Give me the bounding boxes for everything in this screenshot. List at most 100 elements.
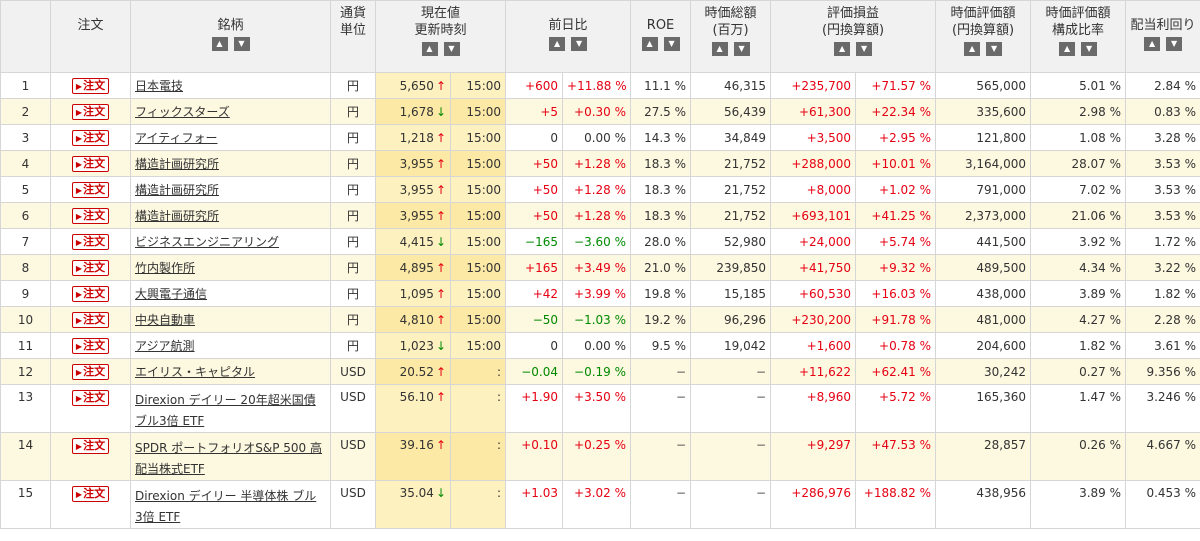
roe-value: −	[630, 358, 692, 385]
play-icon: ▶	[75, 159, 83, 169]
sort-desc-icon[interactable]: ▼	[571, 37, 588, 51]
order-cell: ▶注文	[50, 98, 131, 125]
row-number: 4	[0, 150, 51, 177]
current-price: 3,955	[399, 208, 434, 223]
order-cell: ▶注文	[50, 384, 131, 433]
table-row: 14 ▶注文 SPDR ポートフォリオS&P 500 高配当株式ETF USD …	[0, 432, 1200, 481]
sort-desc-icon[interactable]: ▼	[733, 42, 750, 56]
header-row: 注文 銘柄 ▲ ▼ 通貨 単位 現在値 更新時刻 ▲ ▼ 前日比 ▲ ▼ ROE ▲ ▼ 時…	[0, 0, 1200, 73]
sort-desc-icon[interactable]: ▼	[663, 37, 680, 51]
price-direction-icon: ↑	[435, 438, 446, 452]
price-direction-icon: ↓	[435, 338, 446, 353]
stock-name-link[interactable]: アイティフォー	[135, 131, 217, 145]
order-button[interactable]: ▶注文	[71, 285, 110, 302]
sort-asc-icon[interactable]: ▲	[834, 42, 851, 56]
stock-name-link[interactable]: 中央自動車	[135, 313, 195, 327]
sort-asc-icon[interactable]: ▲	[964, 42, 981, 56]
order-button[interactable]: ▶注文	[71, 438, 110, 454]
stock-name-link[interactable]: Direxion デイリー 20年超米国債 ブル3倍 ETF	[135, 390, 326, 432]
order-button-label: 注文	[83, 234, 106, 248]
profit-loss-value: +41,750	[770, 254, 857, 281]
header-name: 銘柄 ▲ ▼	[130, 0, 331, 73]
table-row: 10 ▶注文 中央自動車 円 4,810 ↑ 15:00 −50 −1.03 % …	[0, 306, 1200, 333]
stock-name-link[interactable]: 日本電技	[135, 79, 183, 93]
stock-name-link[interactable]: エイリス・キャピタル	[135, 365, 255, 379]
order-cell: ▶注文	[50, 306, 131, 333]
play-icon: ▶	[75, 442, 83, 451]
sort-asc-icon[interactable]: ▲	[549, 37, 566, 51]
stock-name-link[interactable]: アジア航測	[135, 339, 195, 353]
current-price: 20.52	[399, 364, 434, 379]
current-price: 39.16	[399, 438, 434, 452]
current-price: 1,218	[399, 130, 434, 145]
order-button[interactable]: ▶注文	[71, 390, 110, 406]
row-number: 5	[0, 176, 51, 203]
composition-ratio: 1.82 %	[1030, 332, 1127, 359]
change-percent: −1.03 %	[562, 306, 632, 333]
market-cap-value: 96,296	[690, 306, 772, 333]
order-button[interactable]: ▶注文	[71, 77, 110, 94]
update-time: 15:00	[449, 228, 507, 255]
update-time: 15:00	[449, 254, 507, 281]
sort-desc-icon[interactable]: ▼	[986, 42, 1003, 56]
order-button[interactable]: ▶注文	[71, 363, 110, 380]
roe-value: −	[630, 384, 692, 433]
sort-asc-icon[interactable]: ▲	[711, 42, 728, 56]
order-button[interactable]: ▶注文	[71, 337, 110, 354]
order-button[interactable]: ▶注文	[71, 181, 110, 198]
row-number: 2	[0, 98, 51, 125]
sort-asc-icon[interactable]: ▲	[1059, 42, 1076, 56]
order-button[interactable]: ▶注文	[71, 259, 110, 276]
stock-name-link[interactable]: フィックスターズ	[135, 105, 230, 119]
composition-ratio: 0.27 %	[1030, 358, 1127, 385]
stock-name-link[interactable]: 構造計画研究所	[135, 183, 219, 197]
order-button[interactable]: ▶注文	[71, 103, 110, 120]
market-cap-value: 52,980	[690, 228, 772, 255]
sort-desc-icon[interactable]: ▼	[1166, 37, 1183, 51]
order-button[interactable]: ▶注文	[71, 311, 110, 328]
profit-loss-percent: +188.82 %	[855, 480, 937, 529]
profit-loss-value: +3,500	[770, 124, 857, 151]
sort-desc-icon[interactable]: ▼	[1081, 42, 1098, 56]
stock-name-cell: 構造計画研究所	[130, 150, 331, 177]
order-button-label: 注文	[83, 338, 106, 352]
update-time: :	[449, 480, 507, 529]
composition-ratio: 2.98 %	[1030, 98, 1127, 125]
stock-name-link[interactable]: 構造計画研究所	[135, 209, 219, 223]
sort-asc-icon[interactable]: ▲	[211, 37, 228, 51]
sort-asc-icon[interactable]: ▲	[1144, 37, 1161, 51]
change-percent: −3.60 %	[562, 228, 632, 255]
order-button[interactable]: ▶注文	[71, 233, 110, 250]
sort-desc-icon[interactable]: ▼	[856, 42, 873, 56]
sort-asc-icon[interactable]: ▲	[641, 37, 658, 51]
stock-name-link[interactable]: Direxion デイリー 半導体株 ブル 3倍 ETF	[135, 486, 326, 528]
change-value: +50	[505, 176, 564, 203]
sort-asc-icon[interactable]: ▲	[421, 42, 438, 56]
change-value: −50	[505, 306, 564, 333]
current-price: 3,955	[399, 182, 434, 197]
stock-name-link[interactable]: 竹内製作所	[135, 261, 195, 275]
price-cell: 3,955 ↑	[375, 176, 451, 203]
sort-desc-icon[interactable]: ▼	[443, 42, 460, 56]
sort-desc-icon[interactable]: ▼	[233, 37, 250, 51]
change-percent: 0.00 %	[562, 124, 632, 151]
order-cell: ▶注文	[50, 280, 131, 307]
order-button[interactable]: ▶注文	[71, 129, 110, 146]
change-value: +50	[505, 202, 564, 229]
market-value: 335,600	[935, 98, 1032, 125]
profit-loss-percent: +71.57 %	[855, 72, 937, 99]
order-button[interactable]: ▶注文	[71, 486, 110, 502]
order-button[interactable]: ▶注文	[71, 207, 110, 224]
change-percent: −0.19 %	[562, 358, 632, 385]
stock-name-link[interactable]: 大興電子通信	[135, 287, 207, 301]
order-button-label: 注文	[83, 156, 106, 170]
stock-name-link[interactable]: SPDR ポートフォリオS&P 500 高配当株式ETF	[135, 438, 326, 480]
currency-cell: 円	[330, 176, 376, 203]
stock-name-link[interactable]: 構造計画研究所	[135, 157, 219, 171]
currency-cell: 円	[330, 332, 376, 359]
row-number: 14	[0, 432, 51, 481]
roe-value: 18.3 %	[630, 202, 692, 229]
stock-name-link[interactable]: ビジネスエンジニアリング	[135, 235, 279, 249]
order-button[interactable]: ▶注文	[71, 155, 110, 172]
play-icon: ▶	[75, 315, 83, 325]
